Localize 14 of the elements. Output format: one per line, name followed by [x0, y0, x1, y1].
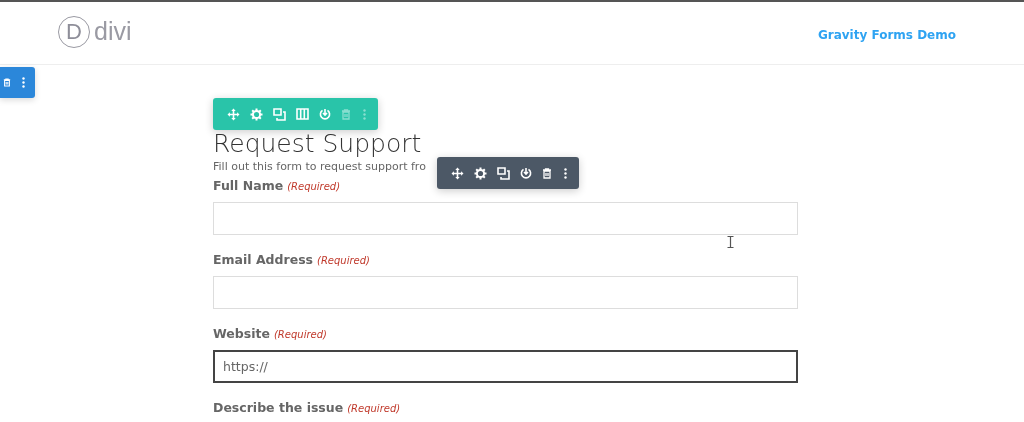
field-label: Email Address (Required) — [213, 251, 371, 269]
input-field[interactable] — [213, 276, 798, 309]
input-field[interactable] — [213, 202, 798, 235]
duplicate-icon[interactable] — [494, 164, 513, 182]
divi-logo[interactable]: D divi — [58, 15, 132, 48]
input-field[interactable]: https:// — [213, 350, 798, 383]
form-description: Fill out this form to request support fro — [213, 159, 426, 175]
field-label: Website (Required) — [213, 325, 328, 343]
form-title: Request Support — [213, 129, 423, 159]
text-cursor-icon — [727, 236, 734, 248]
field-label: Describe the issue (Required) — [213, 399, 402, 417]
nav-link[interactable]: Gravity Forms Demo — [817, 27, 956, 42]
field-label: Full Name (Required) — [213, 177, 342, 195]
columns-icon[interactable] — [293, 105, 312, 123]
